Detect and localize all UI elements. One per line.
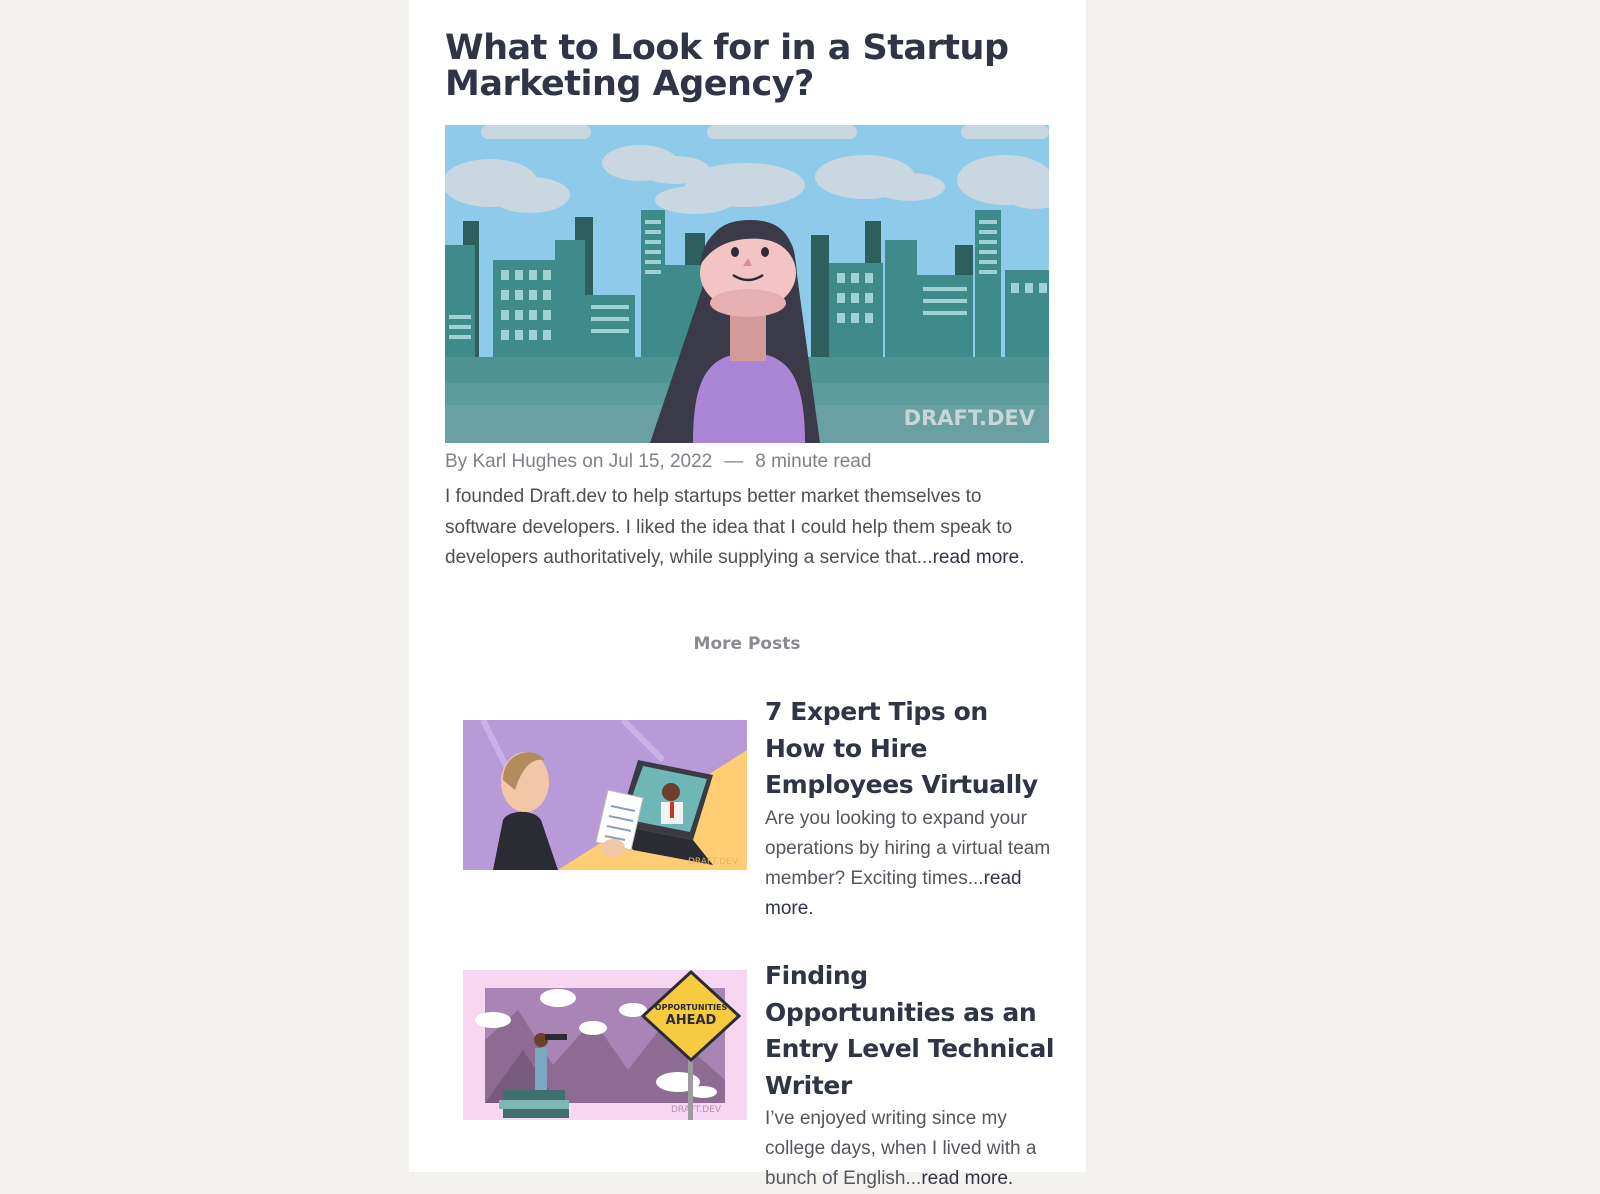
related-post-title[interactable]: 7 Expert Tips on How to Hire Employees V… (765, 694, 1055, 804)
related-post-excerpt: Are you looking to expand your operation… (765, 804, 1055, 924)
thumbnail-watermark: DRAFT.DEV (671, 1105, 722, 1115)
read-more-link[interactable]: read more. (933, 547, 1025, 568)
related-post-thumbnail[interactable]: DRAFT.DEV (463, 720, 747, 870)
sign-text-line2: AHEAD (666, 1013, 717, 1028)
related-post-text: Finding Opportunities as an Entry Level … (765, 958, 1055, 1194)
post-excerpt-text: I founded Draft.dev to help startups bet… (445, 486, 1013, 568)
hero-watermark: DRAFT.DEV (904, 406, 1036, 430)
post-byline: By Karl Hughes on Jul 15, 2022 (445, 451, 713, 472)
post-meta: By Karl Hughes on Jul 15, 2022 — 8 minute … (445, 449, 1049, 475)
read-time: 8 minute read (755, 451, 872, 472)
related-post-thumbnail[interactable]: OPPORTUNITIES AHEAD DRAFT.DEV (463, 970, 747, 1120)
related-post-title[interactable]: Finding Opportunities as an Entry Level … (765, 958, 1055, 1104)
read-more-link[interactable]: read more. (921, 1168, 1013, 1189)
meta-separator: — (724, 451, 744, 472)
article-card: What to Look for in a Startup Marketing … (409, 0, 1086, 1189)
more-posts-heading: More Posts (693, 634, 801, 654)
related-post-text: 7 Expert Tips on How to Hire Employees V… (765, 694, 1055, 924)
hero-image[interactable]: DRAFT.DEV (445, 125, 1049, 443)
post-excerpt: I founded Draft.dev to help startups bet… (445, 482, 1049, 574)
post-title[interactable]: What to Look for in a Startup Marketing … (445, 30, 1049, 102)
related-post-excerpt: I’ve enjoyed writing since my college da… (765, 1104, 1055, 1194)
thumbnail-watermark: DRAFT.DEV (688, 857, 739, 867)
sign-text-line1: OPPORTUNITIES (655, 1003, 728, 1012)
